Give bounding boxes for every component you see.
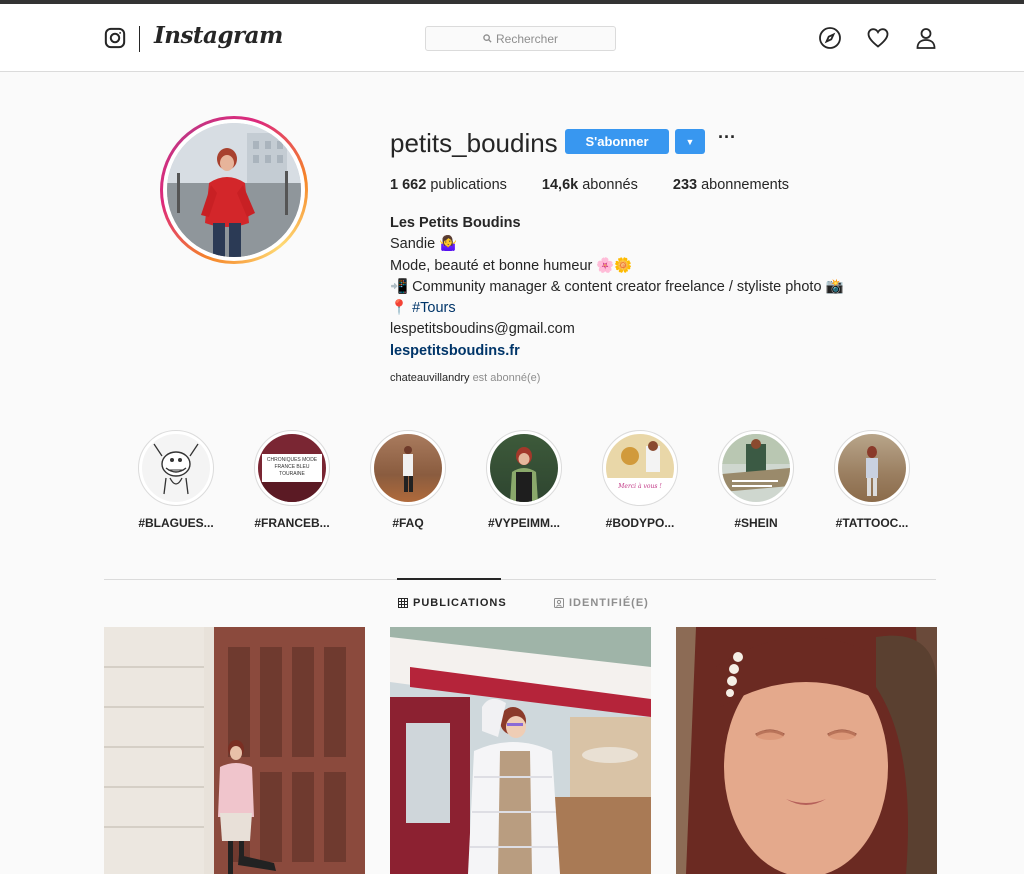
posts-count: 1 662 publications	[390, 177, 507, 193]
post-image	[104, 627, 365, 874]
profile-bio: Les Petits Boudins Sandie 🤷‍♀️ Mode, bea…	[390, 213, 910, 362]
profile-user-icon[interactable]	[914, 26, 938, 50]
highlight-cover: Merci à vous !	[606, 434, 674, 502]
highlight-item[interactable]: CHRONIQUES MODE FRANCE BLEU TOURAINE #FR…	[254, 430, 330, 530]
bio-line-3: 📲 Community manager & content creator fr…	[390, 278, 844, 295]
highlight-label: #TATTOOC...	[835, 516, 909, 530]
hashtag-link[interactable]: #Tours	[412, 300, 456, 316]
post-thumbnail[interactable]	[676, 627, 937, 874]
highlight-caption: Merci à vous !	[618, 483, 662, 490]
highlight-label: #BODYPO...	[605, 516, 675, 530]
highlight-label: #FAQ	[392, 516, 424, 530]
highlight-label: #FRANCEB...	[254, 516, 330, 530]
highlight-cover	[374, 434, 442, 502]
profile-avatar[interactable]	[160, 116, 308, 264]
bio-location-line: 📍 #Tours	[390, 298, 910, 319]
profile-full-name: Les Petits Boudins	[390, 215, 521, 231]
highlight-item[interactable]: #SHEIN	[718, 430, 794, 530]
instagram-wordmark[interactable]: Instagram	[154, 22, 283, 49]
tab-identifie[interactable]: IDENTIFIÉ(E)	[554, 597, 649, 609]
search-input[interactable]: Rechercher	[425, 26, 616, 51]
follow-button[interactable]: S'abonner	[565, 129, 669, 154]
highlight-cover: CHRONIQUES MODE FRANCE BLEU TOURAINE	[258, 434, 326, 502]
highlight-cover	[838, 434, 906, 502]
search-icon	[483, 34, 492, 43]
tabs-divider	[104, 579, 936, 580]
highlight-item[interactable]: #VYPEIMM...	[486, 430, 562, 530]
highlight-label: #SHEIN	[734, 516, 778, 530]
profile-stats: 1 662 publications 14,6k abonnés 233 abo…	[390, 177, 824, 193]
bio-line-2: Mode, beauté et bonne humeur 🌸🌼	[390, 257, 633, 274]
highlight-item[interactable]: #BLAGUES...	[138, 430, 214, 530]
pin-icon: 📍	[390, 300, 409, 317]
post-image	[676, 627, 937, 874]
heart-icon[interactable]	[866, 26, 890, 50]
avatar-illustration	[167, 123, 301, 257]
top-navigation-bar: Instagram Rechercher	[0, 4, 1024, 72]
post-image	[390, 627, 651, 874]
highlight-label: #BLAGUES...	[138, 516, 214, 530]
following-count[interactable]: 233 abonnements	[673, 177, 789, 193]
tab-publications[interactable]: PUBLICATIONS	[398, 597, 507, 609]
highlight-label: #VYPEIMM...	[487, 516, 561, 530]
tagged-icon	[554, 598, 564, 608]
highlight-item[interactable]: Merci à vous ! #BODYPO...	[602, 430, 678, 530]
explore-compass-icon[interactable]	[818, 26, 842, 50]
post-thumbnail[interactable]	[104, 627, 365, 874]
suggestions-dropdown-button[interactable]: ▼	[675, 129, 705, 154]
website-link[interactable]: lespetitsboudins.fr	[390, 341, 910, 362]
profile-username: petits_boudins	[390, 128, 558, 158]
highlight-cover	[142, 434, 210, 502]
followed-by-user-link[interactable]: chateauvillandry	[390, 372, 470, 384]
highlight-cover	[490, 434, 558, 502]
avatar-photo	[167, 123, 301, 257]
chevron-down-icon: ▼	[685, 136, 695, 147]
highlight-caption: CHRONIQUES MODE	[266, 457, 318, 463]
search-placeholder: Rechercher	[495, 31, 559, 46]
highlight-cover	[722, 434, 790, 502]
instagram-logo-icon[interactable]	[104, 27, 126, 49]
highlight-item[interactable]: #TATTOOC...	[834, 430, 910, 530]
bio-email: lespetitsboudins@gmail.com	[390, 321, 575, 338]
bio-line-1: Sandie 🤷‍♀️	[390, 236, 458, 253]
logo-separator	[139, 26, 140, 52]
active-tab-indicator	[397, 578, 501, 580]
highlight-item[interactable]: #FAQ	[370, 430, 446, 530]
highlight-caption-sub: FRANCE BLEU TOURAINE	[274, 464, 310, 477]
followers-count[interactable]: 14,6k abonnés	[542, 177, 638, 193]
more-options-button[interactable]: ···	[717, 128, 737, 150]
post-thumbnail[interactable]	[390, 627, 651, 874]
followed-by-text: chateauvillandry est abonné(e)	[390, 372, 541, 384]
grid-icon	[398, 598, 408, 608]
